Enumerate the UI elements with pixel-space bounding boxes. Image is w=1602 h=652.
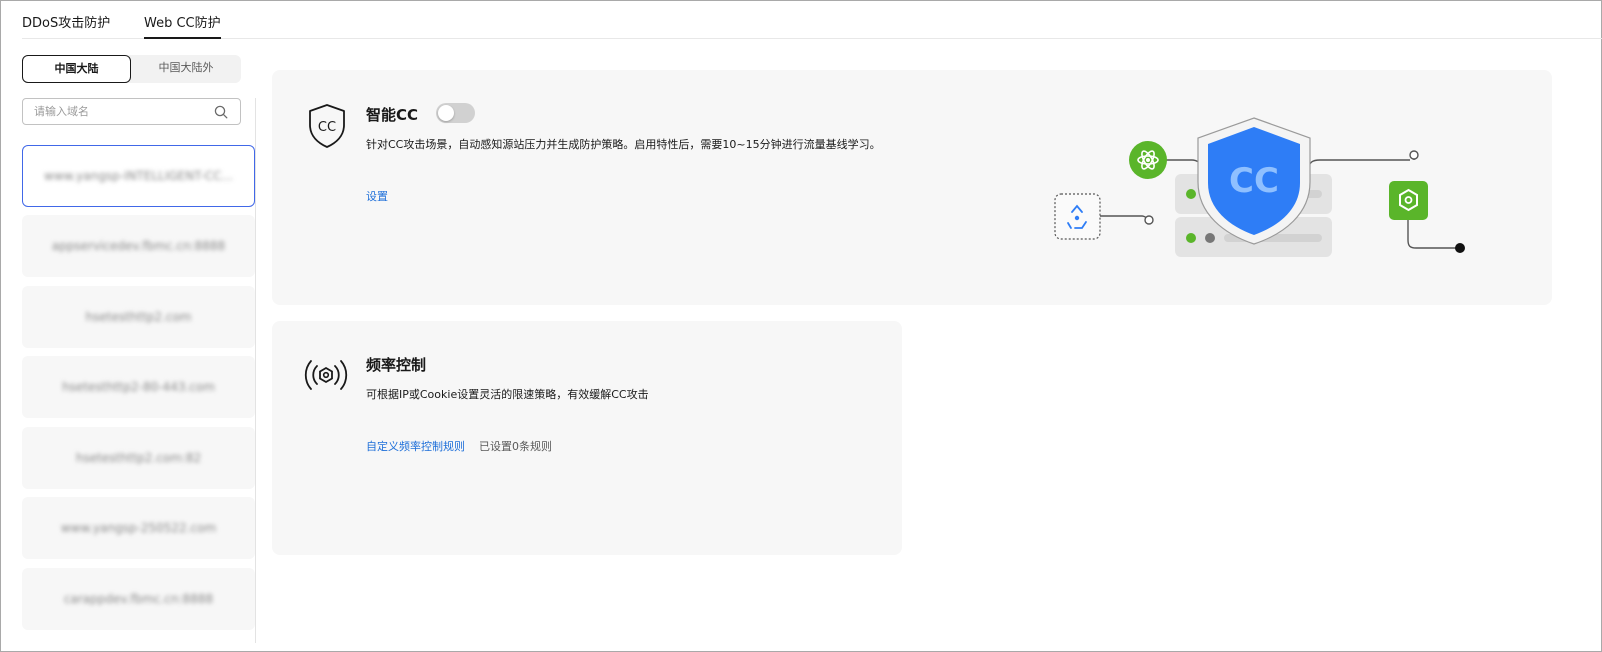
- rate-control-title: 频率控制: [366, 356, 427, 374]
- protection-tabs: DDoS攻击防护 Web CC防护: [22, 0, 1602, 39]
- tab-ddos[interactable]: DDoS攻击防护: [22, 12, 110, 31]
- domain-item[interactable]: www.yangsp-250522.com: [22, 497, 255, 559]
- cc-protection-illustration: CC: [1054, 117, 1465, 257]
- domain-item[interactable]: www.yangsp-INTELLIGENT-CC...: [22, 145, 255, 207]
- domain-item[interactable]: hsetesthttp2.com:82: [22, 427, 255, 489]
- domain-item[interactable]: hsetesthttp2-80-443.com: [22, 356, 255, 418]
- broadcast-icon: [304, 360, 348, 390]
- smart-cc-settings-link[interactable]: 设置: [366, 188, 388, 204]
- domain-search: [22, 98, 241, 125]
- svg-text:CC: CC: [1229, 161, 1279, 201]
- domain-item[interactable]: appservicedev.fbmc.cn:8888: [22, 215, 255, 277]
- domain-name: www.yangsp-250522.com: [60, 521, 217, 535]
- region-overseas-button[interactable]: 中国大陆外: [131, 55, 241, 83]
- domain-search-input[interactable]: [23, 99, 203, 124]
- domain-name: hsetesthttp2-80-443.com: [62, 380, 215, 394]
- domain-name: carappdev.fbmc.cn:8888: [63, 592, 214, 606]
- domain-name: hsetesthttp2.com: [85, 310, 192, 324]
- custom-rules-link[interactable]: 自定义频率控制规则: [366, 438, 465, 454]
- toggle-knob: [438, 105, 454, 121]
- rate-control-description: 可根据IP或Cookie设置灵活的限速策略，有效缓解CC攻击: [366, 388, 649, 401]
- tab-web-cc[interactable]: Web CC防护: [144, 12, 221, 39]
- shield-cc-icon: CC: [309, 104, 345, 148]
- region-mainland-button[interactable]: 中国大陆: [22, 55, 131, 83]
- region-switch: 中国大陆 中国大陆外: [22, 55, 241, 83]
- list-divider: [255, 98, 256, 643]
- search-icon[interactable]: [214, 105, 228, 119]
- smart-cc-toggle[interactable]: [436, 103, 475, 123]
- domain-item[interactable]: hsetesthttp2.com: [22, 286, 255, 348]
- domain-name: www.yangsp-INTELLIGENT-CC...: [44, 169, 233, 183]
- domain-name: appservicedev.fbmc.cn:8888: [51, 239, 226, 253]
- smart-cc-title: 智能CC: [366, 106, 419, 124]
- domain-name: hsetesthttp2.com:82: [75, 451, 202, 465]
- domain-item[interactable]: carappdev.fbmc.cn:8888: [22, 568, 255, 630]
- smart-cc-description: 针对CC攻击场景，自动感知源站压力并生成防护策略。启用特性后，需要10~15分钟…: [366, 138, 881, 151]
- svg-text:CC: CC: [318, 120, 336, 135]
- rules-count-status: 已设置0条规则: [479, 440, 552, 453]
- rate-control-card: 频率控制 可根据IP或Cookie设置灵活的限速策略，有效缓解CC攻击 自定义频…: [272, 321, 902, 555]
- smart-cc-card: CC 智能CC 针对CC攻击场景，自动感知源站压力并生成防护策略。启用特性后，需…: [272, 70, 1552, 305]
